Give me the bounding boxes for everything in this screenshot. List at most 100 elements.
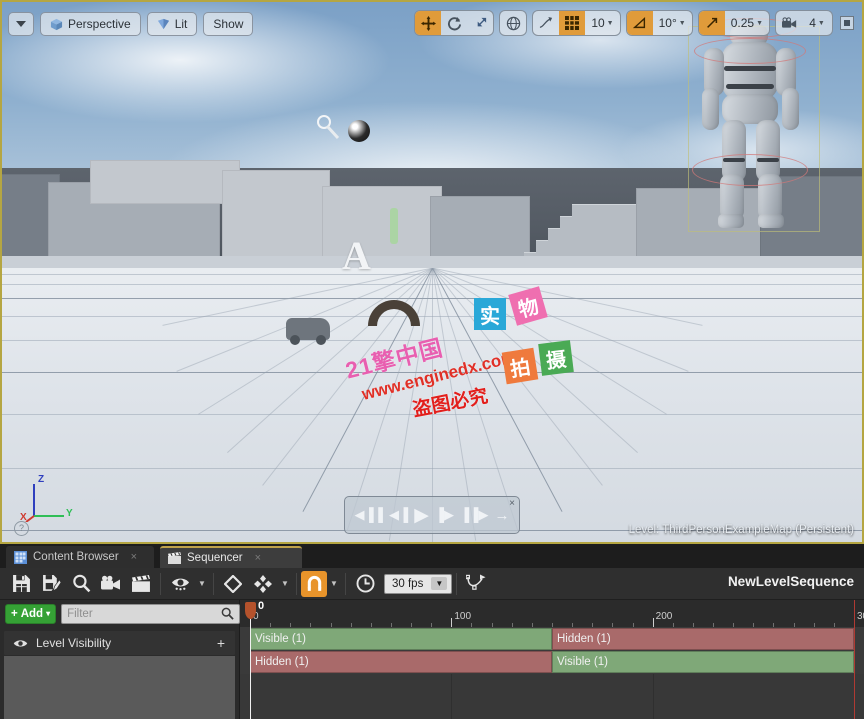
- toolbar-separator: [296, 572, 297, 595]
- angle-snap-value: 10°: [658, 16, 677, 30]
- track-outliner-panel: + Add ▾ Level Visibility: [0, 600, 241, 719]
- filter-input[interactable]: [67, 607, 222, 620]
- transform-gizmo-group: [414, 10, 495, 36]
- lit-icon: [157, 18, 169, 29]
- camera-speed-value-group[interactable]: 4 ▼: [802, 11, 832, 35]
- playhead-line: [250, 618, 251, 719]
- angle-snap-group: 10° ▼: [625, 10, 693, 36]
- track-level-visibility[interactable]: Level Visibility +: [4, 631, 235, 655]
- timeline-section-visible[interactable]: Visible (1): [552, 651, 854, 673]
- level-status-label: Level:: [628, 524, 660, 536]
- scale-snap-icon[interactable]: [698, 11, 725, 35]
- snap-toggle-button[interactable]: [301, 570, 327, 597]
- chevron-down-icon: ▼: [756, 19, 763, 27]
- grid-icon[interactable]: [559, 11, 586, 35]
- grid-snap-value: 10: [591, 16, 605, 30]
- prop-cart: [286, 318, 330, 345]
- watermark-tile: 拍: [501, 347, 539, 385]
- chevron-down-icon: ▼: [606, 19, 614, 27]
- scale-snap-value-group[interactable]: 0.25 ▼: [725, 11, 769, 35]
- fps-select[interactable]: 30 fps ▼: [384, 573, 453, 594]
- add-key-button[interactable]: [218, 571, 248, 597]
- grid-snap-value-group[interactable]: 10 ▼: [585, 11, 619, 35]
- level-viewport[interactable]: A 21擎中国 www.enginedx.com 盗图必究 实 物 拍 摄 Pe…: [0, 0, 864, 544]
- filter-box[interactable]: [61, 603, 241, 624]
- axis-gizmo: Z Y X: [20, 470, 80, 523]
- jump-to-start-button[interactable]: ◀▐▐: [355, 507, 383, 523]
- timeline-section-visible[interactable]: Visible (1): [250, 628, 552, 650]
- rotate-gizmo-icon[interactable]: [441, 11, 467, 35]
- maximize-viewport-button[interactable]: [838, 14, 856, 32]
- add-section-button[interactable]: +: [217, 635, 225, 651]
- ruler-tick-major: [451, 618, 453, 627]
- translate-gizmo-icon[interactable]: [415, 11, 442, 35]
- close-icon[interactable]: ×: [131, 551, 137, 563]
- globe-icon[interactable]: [500, 11, 526, 35]
- loop-button[interactable]: →: [494, 507, 509, 524]
- jump-to-end-button[interactable]: ▐▐▶: [460, 507, 488, 523]
- sequencer-body: + Add ▾ Level Visibility: [0, 600, 864, 719]
- close-transport-button[interactable]: ×: [509, 498, 515, 509]
- find-sequence-button[interactable]: [66, 571, 96, 597]
- view-mode-lit-button[interactable]: Lit: [146, 12, 198, 36]
- scale-snap-value: 0.25: [730, 16, 755, 30]
- camera-speed-group: 4 ▼: [775, 10, 833, 36]
- tab-content-browser[interactable]: Content Browser ×: [6, 546, 154, 568]
- toolbar-separator: [456, 572, 458, 595]
- view-mode-lit-label: Lit: [174, 17, 188, 31]
- track-panel-empty-area: [4, 656, 235, 719]
- level-status-name: ThirdPersonExampleMap (Persistent): [662, 524, 854, 536]
- render-movie-button[interactable]: [126, 571, 156, 597]
- help-icon[interactable]: ?: [14, 521, 29, 536]
- level-box: [322, 186, 442, 266]
- fps-select-value: 30 fps: [392, 577, 424, 590]
- coordinate-system-group: [499, 10, 528, 36]
- viewport-options-button[interactable]: [8, 12, 34, 36]
- create-camera-button[interactable]: [96, 571, 126, 597]
- perspective-icon: [50, 18, 63, 30]
- viewport-toolbar-right: 10 ▼ 10° ▼ 0.25 ▼ 4 ▼: [414, 10, 856, 36]
- visibility-options-button[interactable]: [165, 571, 195, 597]
- add-track-button[interactable]: + Add ▾: [5, 603, 57, 624]
- watermark-tile: 实: [474, 298, 506, 330]
- scale-gizmo-icon[interactable]: [467, 11, 493, 35]
- chevron-down-icon[interactable]: ▼: [195, 579, 209, 588]
- chevron-down-icon: [16, 20, 26, 27]
- step-forward-button[interactable]: ▐▶: [435, 507, 454, 523]
- save-as-sequence-button[interactable]: [36, 571, 66, 597]
- chevron-down-icon[interactable]: ▼: [278, 579, 292, 588]
- curve-editor-button[interactable]: [461, 571, 491, 597]
- camera-icon[interactable]: [776, 11, 802, 35]
- tab-sequencer[interactable]: Sequencer ×: [160, 546, 302, 568]
- step-back-button[interactable]: ◀▐: [389, 507, 408, 523]
- timeline-section-hidden[interactable]: Hidden (1): [552, 628, 854, 650]
- ruler-tick-label: 300: [857, 611, 864, 622]
- play-button[interactable]: ▶: [414, 504, 429, 527]
- toolbar-separator: [213, 572, 214, 595]
- track-panel-header: + Add ▾: [0, 600, 241, 627]
- show-menu-button[interactable]: Show: [203, 12, 254, 36]
- axis-label-z: Z: [38, 474, 45, 485]
- mannequin-actor[interactable]: [688, 18, 820, 254]
- playback-end-marker[interactable]: [854, 600, 855, 719]
- playhead-value: 0: [258, 600, 265, 612]
- angle-snap-icon[interactable]: [626, 11, 653, 35]
- close-icon[interactable]: ×: [255, 552, 261, 564]
- save-sequence-button[interactable]: [6, 571, 36, 597]
- view-mode-perspective-button[interactable]: Perspective: [40, 12, 141, 36]
- chevron-down-icon[interactable]: ▼: [327, 579, 341, 588]
- search-icon: [221, 607, 234, 620]
- playback-clock-button[interactable]: [350, 571, 380, 597]
- content-browser-icon: [14, 550, 27, 564]
- ruler-tick-label: 200: [655, 611, 673, 622]
- angle-snap-value-group[interactable]: 10° ▼: [653, 11, 692, 35]
- key-interpolation-button[interactable]: [248, 571, 278, 597]
- prop-green-post: [390, 208, 398, 244]
- playhead-handle[interactable]: [245, 602, 256, 619]
- prop-ball: [348, 120, 370, 142]
- sequence-title: NewLevelSequence: [727, 574, 854, 589]
- sequencer-timeline[interactable]: 0 100 200 300 Visible (1)Hidden (1)Hidden (…: [240, 600, 864, 719]
- surface-snap-icon[interactable]: [533, 11, 559, 35]
- chevron-down-icon: ▼: [431, 577, 448, 590]
- timeline-section-hidden[interactable]: Hidden (1): [250, 651, 552, 673]
